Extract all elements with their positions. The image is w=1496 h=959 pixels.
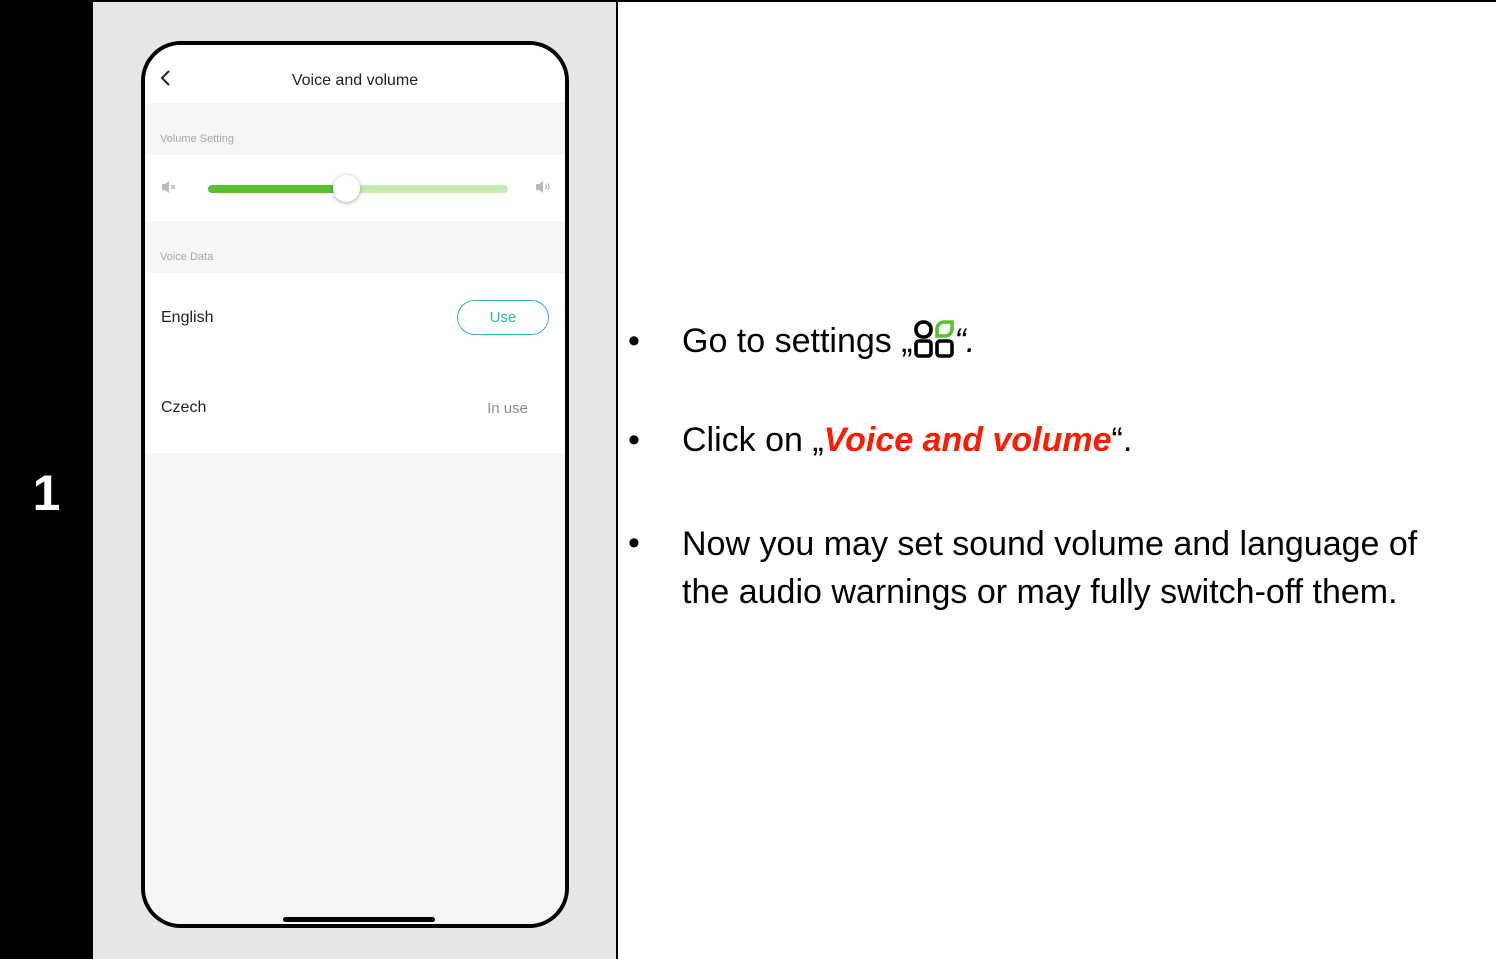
instruction-frame: 1 Voice and volume Volume Setting Voice … [0, 0, 1496, 959]
volume-row [145, 155, 565, 221]
step-column: 1 [0, 2, 93, 959]
instruction-prefix: Click on „ [682, 421, 824, 459]
instruction-suffix: “. [1111, 421, 1133, 459]
use-button[interactable]: Use [457, 300, 549, 335]
bullet: • [628, 322, 640, 360]
volume-slider[interactable] [208, 175, 508, 202]
volume-icon[interactable] [535, 179, 551, 195]
list-item-czech[interactable]: Czech In use [145, 363, 565, 455]
bullet: • [628, 421, 640, 459]
highlighted-menu-name: Voice and volume [823, 421, 1112, 459]
in-use-status: In use [487, 400, 528, 417]
instruction-text: Go to settings „ “. [682, 318, 1452, 364]
volume-slider-thumb[interactable] [332, 175, 360, 202]
volume-slider-fill [208, 185, 346, 193]
language-name: English [161, 309, 214, 326]
step-number: 1 [32, 465, 61, 521]
bullet: • [628, 524, 640, 562]
mute-icon[interactable] [161, 179, 177, 195]
empty-area [145, 453, 565, 924]
instruction-text: Now you may set sound volume and languag… [682, 525, 1418, 611]
volume-section-label: Volume Setting [160, 133, 234, 145]
instructions-panel: • Go to settings „ “. • Click on „Voice … [620, 2, 1496, 959]
voice-section-label: Voice Data [160, 251, 214, 263]
app-header: Voice and volume [145, 45, 565, 103]
page-title: Voice and volume [291, 72, 419, 89]
volume-section-header: Volume Setting [145, 103, 565, 155]
list-item-english[interactable]: English Use [145, 273, 565, 365]
home-indicator[interactable] [283, 917, 435, 922]
instruction-suffix: “. [954, 322, 976, 360]
instruction-text: Click on „Voice and volume“. [682, 417, 1452, 463]
instruction-prefix: Go to settings „ [682, 322, 913, 360]
voice-section-header: Voice Data [145, 221, 565, 273]
settings-grid-icon [913, 320, 954, 358]
phone-screen: Voice and volume Volume Setting Voice Da… [141, 41, 569, 928]
language-name: Czech [161, 399, 207, 416]
